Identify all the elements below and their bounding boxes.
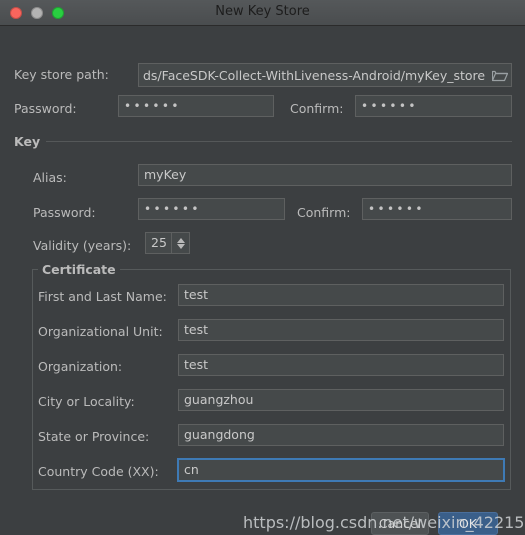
key-store-confirm-field[interactable]: ••••••: [355, 95, 512, 117]
cert-state-province-label: State or Province:: [38, 429, 150, 444]
cert-first-last-name-label: First and Last Name:: [38, 289, 167, 304]
key-store-path-value: ds/FaceSDK-Collect-WithLiveness-Android/…: [143, 67, 486, 83]
cert-country-code-label: Country Code (XX):: [38, 464, 159, 479]
certificate-group-title: Certificate: [38, 262, 120, 277]
validity-years-stepper[interactable]: 25: [145, 232, 190, 254]
key-alias-field[interactable]: myKey: [138, 164, 512, 186]
key-store-path-label: Key store path:: [14, 67, 109, 82]
key-store-password-label: Password:: [14, 101, 77, 116]
cert-organization-field[interactable]: test: [178, 354, 504, 376]
key-store-confirm-label: Confirm:: [290, 101, 344, 116]
cancel-button[interactable]: Cancel: [371, 512, 429, 535]
cert-organizational-unit-field[interactable]: test: [178, 319, 504, 341]
validity-years-label: Validity (years):: [33, 238, 132, 253]
key-store-path-field[interactable]: ds/FaceSDK-Collect-WithLiveness-Android/…: [138, 63, 512, 87]
window-title-bar: New Key Store: [0, 0, 525, 26]
dialog-body: Key store path: ds/FaceSDK-Collect-WithL…: [0, 26, 525, 535]
window-title: New Key Store: [215, 4, 310, 19]
key-section-title: Key: [14, 134, 41, 149]
cert-organization-label: Organization:: [38, 359, 123, 374]
key-store-password-field[interactable]: ••••••: [118, 95, 274, 117]
cert-first-last-name-field[interactable]: test: [178, 284, 504, 306]
ok-button[interactable]: OK: [438, 512, 498, 535]
cert-state-province-field[interactable]: guangdong: [178, 424, 504, 446]
cert-city-locality-label: City or Locality:: [38, 394, 135, 409]
validity-years-value[interactable]: 25: [146, 233, 171, 253]
cert-organizational-unit-label: Organizational Unit:: [38, 324, 163, 339]
key-confirm-label: Confirm:: [297, 205, 351, 220]
key-password-field[interactable]: ••••••: [138, 198, 285, 220]
validity-stepper-arrows[interactable]: [171, 233, 189, 253]
key-alias-label: Alias:: [33, 170, 67, 185]
folder-icon[interactable]: [489, 64, 511, 86]
chevron-up-icon[interactable]: [176, 237, 185, 243]
chevron-down-icon[interactable]: [176, 243, 185, 249]
cert-country-code-field[interactable]: cn: [177, 458, 505, 482]
key-section-divider: [46, 141, 512, 142]
new-key-store-dialog: New Key Store Key store path: ds/FaceSDK…: [0, 0, 525, 535]
key-confirm-field[interactable]: ••••••: [362, 198, 512, 220]
cert-city-locality-field[interactable]: guangzhou: [178, 389, 504, 411]
key-password-label: Password:: [33, 205, 96, 220]
